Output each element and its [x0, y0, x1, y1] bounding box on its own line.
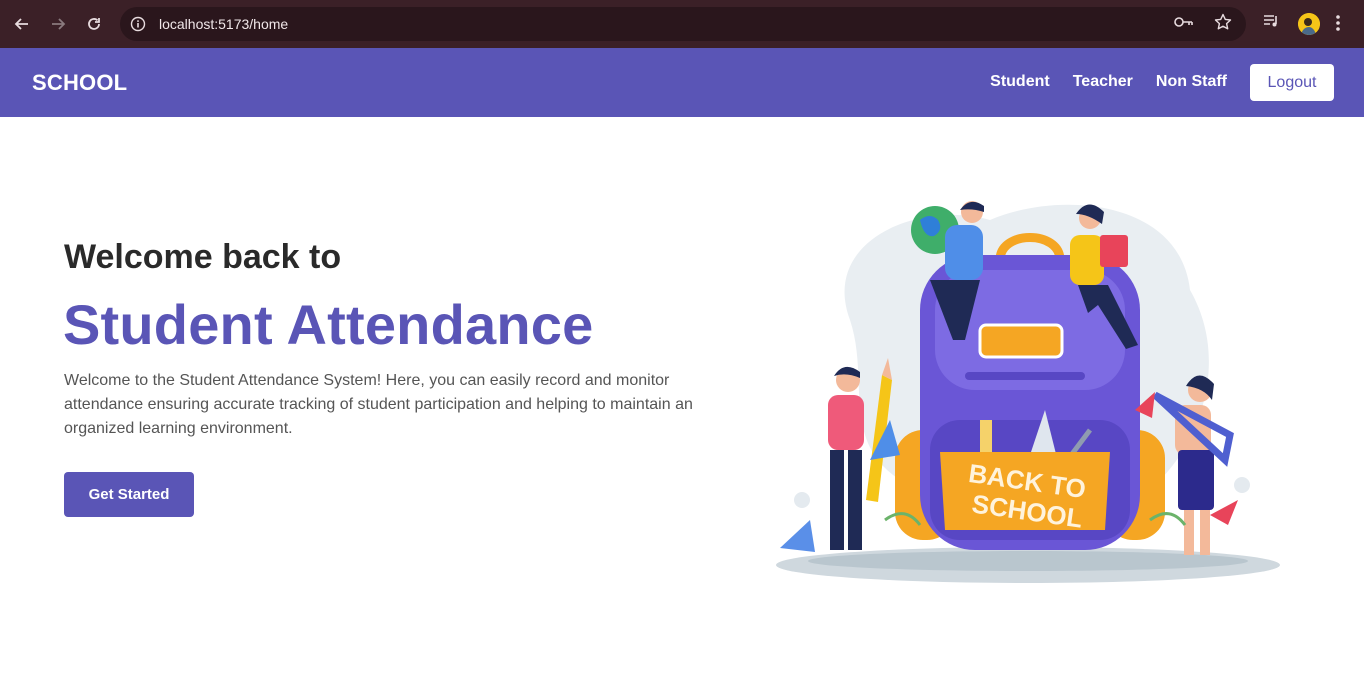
nav-links: Student Teacher Non Staff [990, 73, 1227, 91]
nav-link-student[interactable]: Student [990, 73, 1050, 91]
browser-menu-icon[interactable] [1336, 14, 1340, 37]
back-icon[interactable] [4, 6, 40, 42]
reload-icon[interactable] [76, 6, 112, 42]
url-text[interactable]: localhost:5173/home [159, 16, 288, 32]
browser-toolbar: localhost:5173/home [0, 0, 1364, 48]
nav-link-teacher[interactable]: Teacher [1073, 73, 1133, 91]
app-navbar: SCHOOL Student Teacher Non Staff Logout [0, 48, 1364, 117]
nav-link-non-staff[interactable]: Non Staff [1156, 73, 1227, 91]
address-bar[interactable]: localhost:5173/home [120, 7, 1246, 41]
hero-title: Student Attendance [63, 293, 594, 356]
back-to-school-illustration: BACK TO SCHOOL [760, 180, 1290, 590]
hero-description: Welcome to the Student Attendance System… [64, 372, 693, 437]
site-info-icon[interactable] [129, 15, 147, 33]
bookmark-star-icon[interactable] [1214, 13, 1232, 36]
hero-subtitle: Welcome back to [64, 238, 342, 276]
media-controls-icon[interactable] [1262, 12, 1280, 35]
get-started-button[interactable]: Get Started [64, 472, 194, 517]
password-key-icon[interactable] [1174, 15, 1194, 34]
forward-icon[interactable] [40, 6, 76, 42]
logout-button[interactable]: Logout [1250, 64, 1334, 101]
brand-logo[interactable]: SCHOOL [32, 70, 127, 96]
profile-avatar[interactable] [1298, 13, 1320, 35]
illustration-svg: BACK TO SCHOOL [776, 201, 1280, 583]
